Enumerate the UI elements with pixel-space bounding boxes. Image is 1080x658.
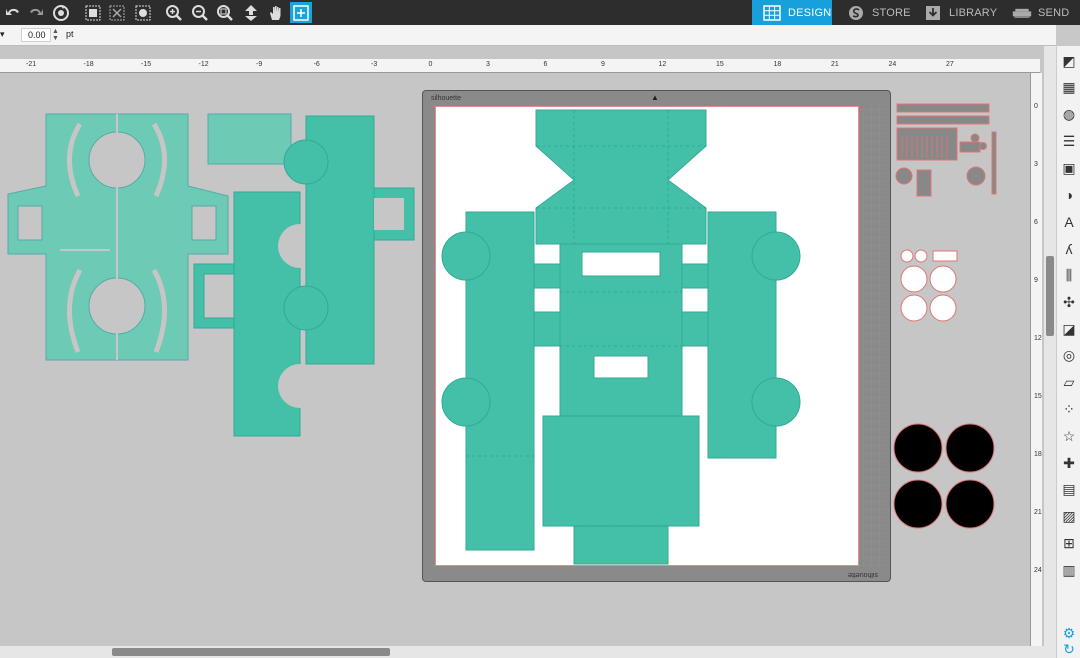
group-icon[interactable] [82,2,104,23]
tab-library-label: LIBRARY [949,6,998,19]
rotate-icon[interactable] [50,2,72,23]
tab-send[interactable]: SEND [1012,0,1080,25]
vertical-scrollbar[interactable] [1044,46,1056,658]
mat-grid-edge [859,106,886,566]
line-width-input[interactable]: 0.00 [21,28,51,42]
sync-icon[interactable]: ↻ [1060,640,1078,658]
store-s-icon [849,5,863,20]
undo-icon[interactable] [2,2,24,23]
rhinestone-icon[interactable]: ⁘ [1060,400,1078,418]
ruler-tick-label: 21 [1034,509,1042,516]
zoom-in-icon[interactable] [163,2,185,23]
right-panel-toolbar: ◩ ▦ ◍ ☰ ▣ ◑ Aʎ ⫼ ✣ ◪ ◎ ▱ ⁘ ☆ ✚ ▤ ▨ ⊞ ▥ ⚙ ↻ [1056,46,1080,658]
transparency-icon[interactable]: ◑ [1060,186,1078,204]
replicate-icon[interactable]: ✣ [1060,293,1078,311]
horizontal-scrollbar[interactable] [0,646,1044,658]
tab-design-label: DESIGN [788,6,832,19]
move-down-icon[interactable] [240,2,262,23]
modify-icon[interactable]: ◪ [1060,320,1078,338]
line-width-unit: pt [66,29,74,39]
ruler-tick-label: 9 [1034,277,1038,284]
zoom-out-icon[interactable] [189,2,211,23]
pan-hand-icon[interactable] [265,2,287,23]
puzzle-icon[interactable]: ✚ [1060,454,1078,472]
ruler-tick-label: 0 [1034,103,1038,110]
tab-send-label: SEND [1038,6,1070,19]
image-effects-icon[interactable]: ▣ [1060,159,1078,177]
library-panel-icon[interactable]: ▥ [1060,561,1078,579]
line-width-stepper[interactable]: ▲ ▼ [52,28,59,42]
star-icon[interactable]: ☆ [1060,427,1078,445]
zoom-fit-icon[interactable] [214,2,236,23]
dropdown-arrow-icon[interactable]: ▾ [0,29,5,40]
line-options-bar: ▾ 0.00 ▲ ▼ pt [0,25,1056,46]
ruler-tick-label: 3 [1034,161,1038,168]
add-page-icon[interactable] [290,2,312,23]
redo-icon[interactable] [25,2,47,23]
trace-icon[interactable]: ▱ [1060,374,1078,392]
box-net-main[interactable] [441,109,801,565]
tab-store[interactable]: STORE [846,0,918,25]
horizontal-scroll-thumb[interactable] [112,648,390,656]
tab-library[interactable]: LIBRARY [923,0,1003,25]
text-style-icon[interactable]: A [1060,213,1078,231]
select-all-icon[interactable] [132,2,154,23]
ruler-tick-label: 6 [1034,219,1038,226]
fill-color-icon[interactable]: ◍ [1060,106,1078,124]
ruler-tick-label: 15 [1034,393,1042,400]
ungroup-icon[interactable] [106,2,128,23]
tab-design[interactable]: DESIGN [752,0,832,25]
main-toolbar: DESIGN STORE LIBRARY SEND [0,0,1080,25]
grid-icon [763,4,781,21]
offset-icon[interactable]: ◎ [1060,347,1078,365]
ruler-tick-label: 12 [1034,335,1042,342]
align-icon[interactable]: ⫼ [1060,266,1078,284]
library-download-icon [926,5,940,20]
vertical-scroll-thumb[interactable] [1046,256,1054,336]
ruler-tick-label: 24 [1034,567,1042,574]
page-setup-icon[interactable]: ◩ [1060,52,1078,70]
label-rectangle[interactable] [207,113,292,165]
line-style-icon[interactable]: ☰ [1060,132,1078,150]
circle-pieces[interactable] [900,249,958,322]
nesting-icon[interactable]: ⊞ [1060,534,1078,552]
black-circles[interactable] [893,423,995,529]
pixscan-icon[interactable]: ▦ [1060,79,1078,97]
design-canvas[interactable]: -21 -18 -15 -12 -9 -6 -3 0 3 6 9 12 15 18 21 24 27 03691… [0,46,1056,658]
vertical-ruler: 0 3 6 9 12 15 18 21 24 [1030,73,1042,653]
layers-icon[interactable]: ▤ [1060,481,1078,499]
small-pieces-top[interactable] [895,103,997,197]
ruler-tick-label: 18 [1034,451,1042,458]
tab-store-label: STORE [872,6,911,19]
hatch-icon[interactable]: ▨ [1060,508,1078,526]
design-shapes[interactable] [0,46,1030,646]
sketch-icon[interactable]: ʎ [1060,240,1078,258]
cutter-machine-icon [1012,8,1032,18]
